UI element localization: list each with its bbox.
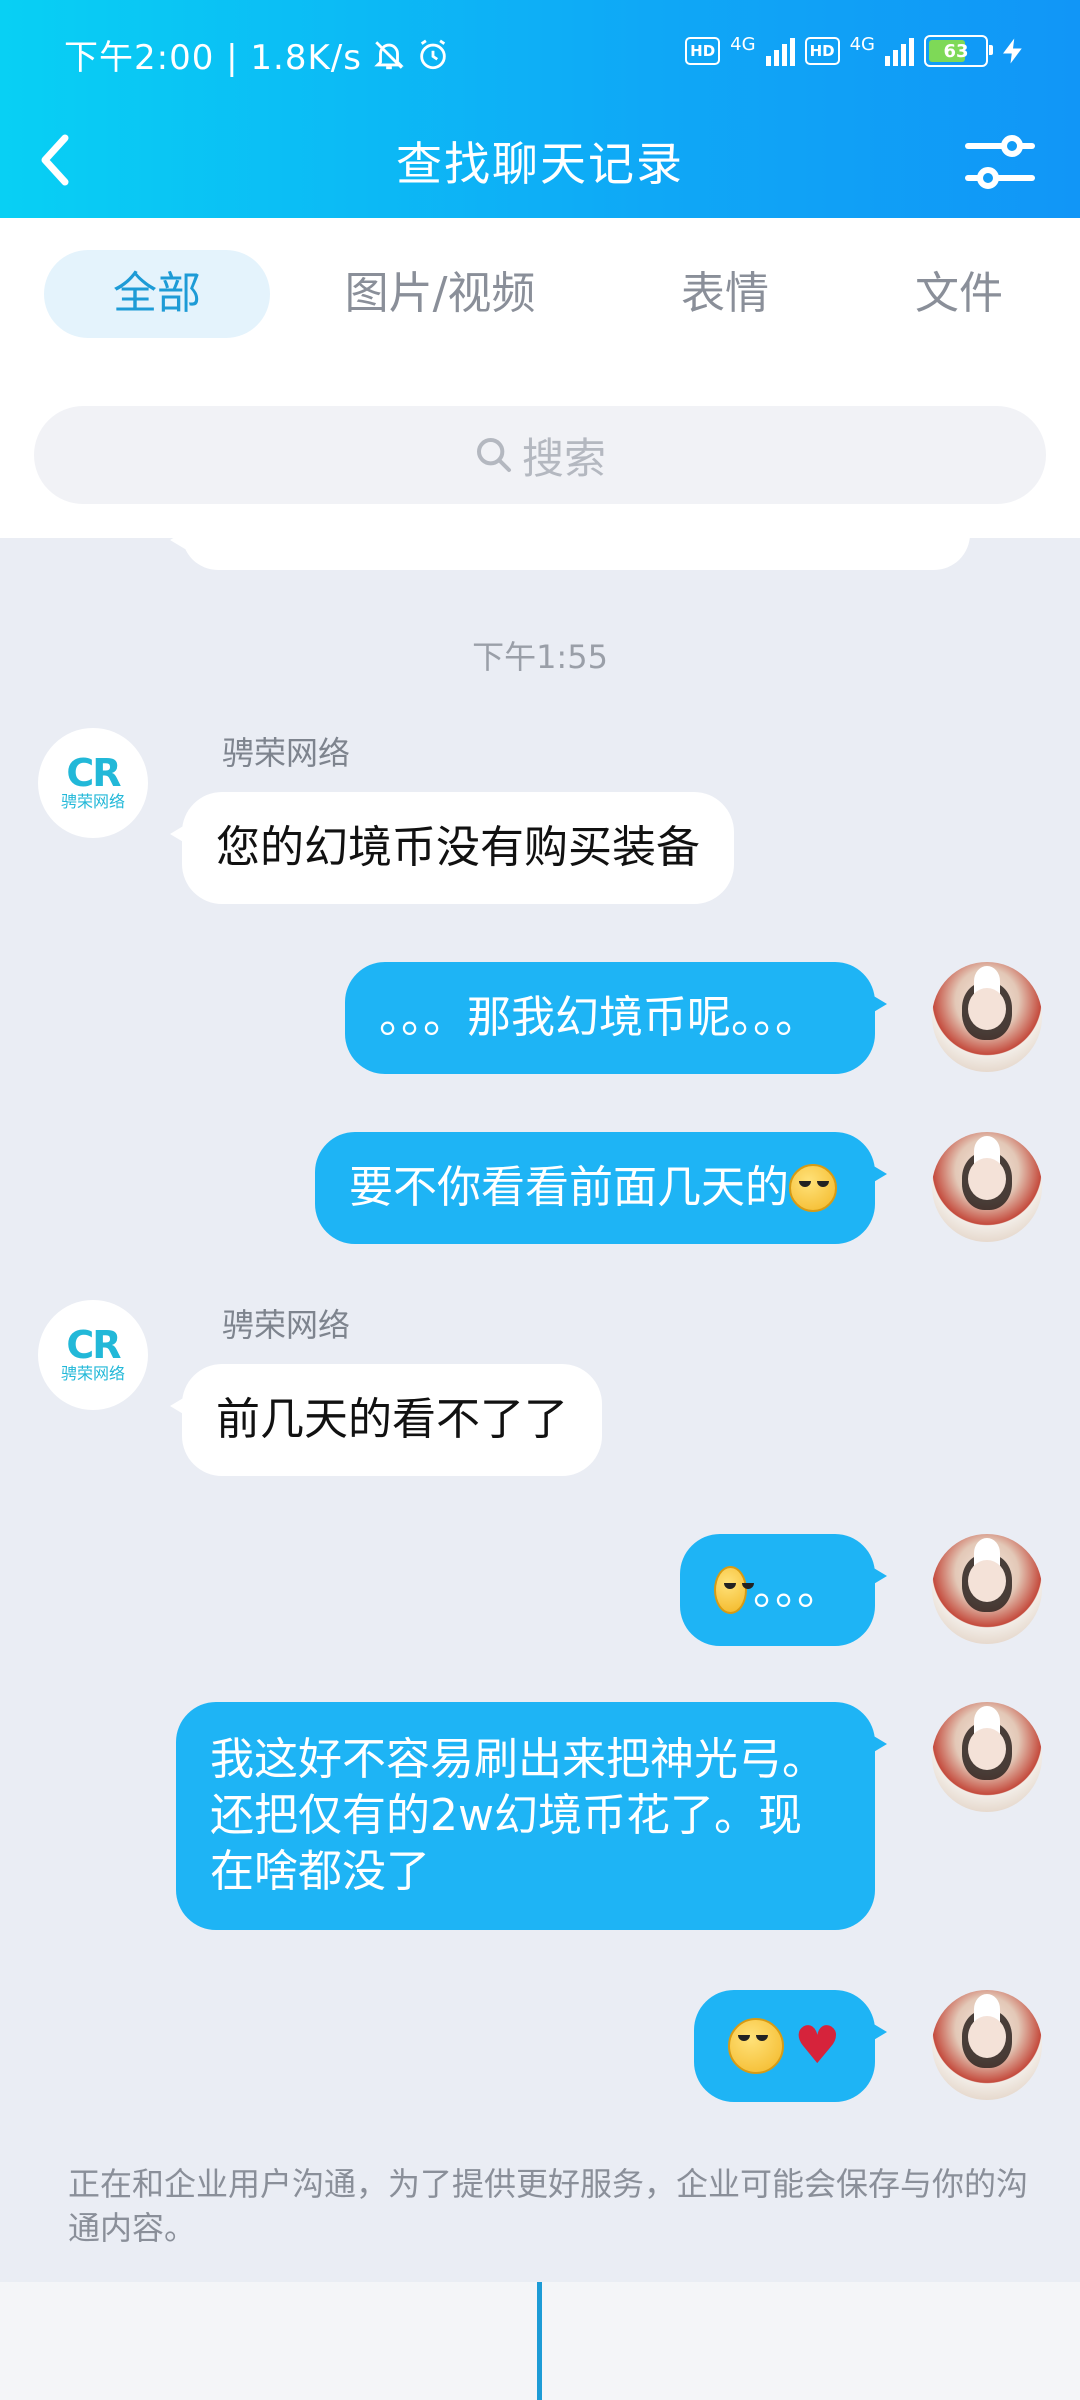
search-icon — [476, 438, 511, 472]
alarm-icon — [420, 39, 446, 69]
tab-all[interactable]: 全部 — [44, 250, 270, 338]
user-avatar[interactable] — [932, 1534, 1042, 1644]
user-avatar[interactable] — [932, 962, 1042, 1072]
status-bar: 下午2:00 | 1.8K/s HD 4G HD 4G 63 — [0, 0, 1080, 110]
signal-icon — [885, 36, 914, 66]
battery-level: 63 — [943, 40, 969, 62]
sender-name: 骋荣网络 — [222, 1306, 351, 1344]
message-text: 您的幻境币没有购买装备 — [216, 822, 700, 873]
filter-sliders-icon — [965, 135, 1035, 189]
user-avatar[interactable] — [932, 1702, 1042, 1812]
message-text: 要不你看看前面几天的 — [349, 1162, 789, 1213]
sender-avatar[interactable]: CR 骋荣网络 — [38, 728, 148, 838]
nav-bar: 查找聊天记录 — [0, 110, 1080, 218]
message-text-line: 在啥都没了 — [210, 1846, 430, 1897]
company-logo: CR — [66, 751, 121, 795]
message-timestamp: 下午1:55 — [472, 638, 608, 676]
sender-avatar[interactable]: CR 骋荣网络 — [38, 1300, 148, 1410]
incoming-message[interactable]: 前几天的看不了了 — [170, 1364, 602, 1476]
network-label: 4G — [730, 34, 756, 55]
user-avatar[interactable] — [932, 1990, 1042, 2100]
outgoing-message[interactable]: 。。。那我幻境币呢。。。 — [345, 962, 887, 1074]
enterprise-notice: 正在和企业用户沟通，为了提供更好服务，企业可能会保存与你的沟通内容。 — [68, 2165, 1029, 2247]
chat-history[interactable]: 下午1:55 CR 骋荣网络 骋荣网络 您的幻境币没有购买装备 。。。那我幻境币… — [0, 538, 1080, 2282]
mute-bell-icon — [374, 40, 404, 69]
divider-indicator — [537, 2282, 542, 2400]
sender-name: 骋荣网络 — [222, 734, 351, 772]
tab-stickers[interactable]: 表情 — [640, 250, 810, 338]
status-time-speed: 下午2:00 | 1.8K/s — [64, 38, 362, 78]
hd-badge: HD — [685, 37, 721, 65]
header-bar: 下午2:00 | 1.8K/s HD 4G HD 4G 63 查找聊天记录 — [0, 0, 1080, 218]
filter-button[interactable] — [960, 122, 1040, 202]
battery-icon: 63 — [924, 35, 993, 67]
message-text: 前几天的看不了了 — [216, 1394, 568, 1445]
network-label: 4G — [849, 34, 875, 55]
hd-badge: HD — [804, 37, 840, 65]
page-title: 查找聊天记录 — [396, 137, 684, 191]
message-text-line: 还把仅有的2w幻境币花了。现 — [210, 1790, 802, 1841]
laughing-emoji-icon — [789, 1164, 837, 1212]
search-placeholder: 搜索 — [521, 433, 606, 483]
outgoing-message[interactable]: 。。。 — [680, 1534, 887, 1646]
outgoing-message[interactable]: ♥ — [694, 1990, 887, 2102]
smirk-emoji-icon — [728, 2018, 784, 2074]
broken-heart-icon: ♥ — [794, 2016, 841, 2076]
previous-message-bubble — [170, 538, 970, 570]
company-logo: CR — [66, 1323, 121, 1367]
outgoing-message[interactable]: 我这好不容易刷出来把神光弓。 还把仅有的2w幻境币花了。现 在啥都没了 — [176, 1702, 887, 1930]
user-avatar[interactable] — [932, 1132, 1042, 1242]
company-logo-text: 骋荣网络 — [60, 792, 125, 811]
tab-images-videos[interactable]: 图片/视频 — [320, 250, 560, 338]
signal-icon — [765, 36, 795, 66]
search-input[interactable]: 搜索 — [34, 406, 1046, 504]
status-left: 下午2:00 | 1.8K/s — [64, 30, 450, 79]
message-text: 。。。 — [753, 1564, 841, 1615]
company-logo-text: 骋荣网络 — [60, 1364, 125, 1383]
message-text: 。。。那我幻境币呢。。。 — [379, 992, 819, 1043]
filter-panel: 全部 图片/视频 表情 文件 搜索 — [0, 218, 1080, 538]
incoming-message[interactable]: 您的幻境币没有购买装备 — [170, 792, 734, 904]
tab-files[interactable]: 文件 — [874, 250, 1044, 338]
charging-icon — [1003, 38, 1022, 64]
outgoing-message[interactable]: 要不你看看前面几天的 — [315, 1132, 887, 1244]
smirk-emoji-icon — [714, 1566, 754, 1614]
message-text-line: 我这好不容易刷出来把神光弓。 — [210, 1734, 826, 1785]
status-right: HD 4G HD 4G 63 — [685, 34, 1028, 68]
